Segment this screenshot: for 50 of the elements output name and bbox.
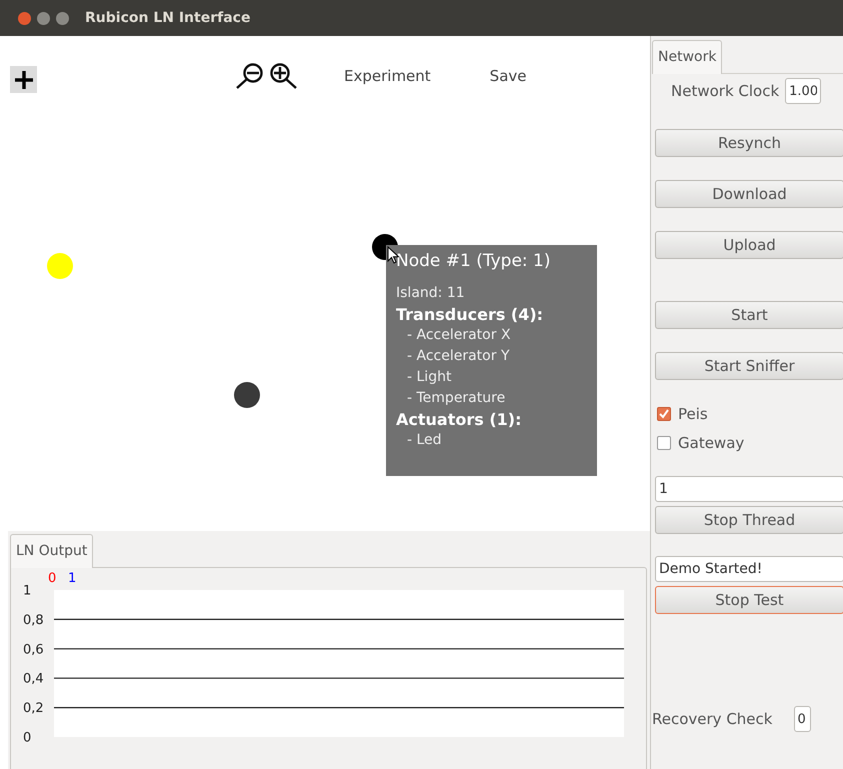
toolbar-link[interactable]: Experiment (344, 64, 431, 88)
axis-tick-label: 0 (23, 730, 32, 746)
close-button[interactable] (18, 12, 31, 24)
field-label: Network Clock (671, 80, 780, 102)
minimize-button[interactable] (37, 12, 50, 24)
tooltip-item: - Temperature (406, 388, 506, 408)
tooltip-title: Node #1 (Type: 1) (396, 250, 552, 273)
add-button[interactable] (10, 66, 37, 93)
axis-tick-label: 0,4 (23, 672, 44, 687)
tooltip-heading: Transducers (4): (396, 304, 544, 324)
legend-label: 0 (48, 571, 56, 586)
legend-label: 1 (68, 571, 76, 586)
push-button[interactable]: Download (655, 180, 843, 208)
axis-tick-label: 0,6 (23, 642, 44, 658)
text-field[interactable]: 1.00 (785, 78, 822, 104)
panel-tab[interactable]: Network (652, 40, 722, 74)
maximize-button[interactable] (56, 12, 69, 24)
push-button[interactable]: Start Sniffer (655, 352, 843, 380)
axis-tick-label: 0,2 (23, 701, 44, 716)
checkbox[interactable] (657, 436, 671, 450)
tooltip-item: - Accelerator X (406, 326, 512, 344)
text-field[interactable]: 1 (655, 476, 843, 502)
push-button[interactable]: Start (655, 301, 843, 329)
node-circle[interactable] (47, 253, 73, 279)
push-button[interactable]: Stop Thread (655, 506, 843, 534)
check-icon (659, 409, 669, 420)
tooltip-text: Island: 11 (396, 284, 466, 302)
push-button[interactable]: Resynch (655, 129, 843, 157)
zoom-out-icon[interactable] (234, 62, 264, 90)
push-button[interactable]: Stop Test (655, 586, 843, 614)
window-title: Rubicon LN Interface (85, 8, 250, 28)
checkbox[interactable] (657, 407, 671, 422)
text-field[interactable]: 0 (794, 706, 812, 732)
axis-tick-label: 0,8 (23, 612, 44, 628)
toolbar-link[interactable]: Save (490, 64, 526, 88)
text-field[interactable]: Demo Started! (655, 556, 843, 582)
plus-icon (14, 70, 34, 90)
cursor-icon (387, 246, 399, 264)
checkbox-label: Gateway (678, 432, 744, 454)
panel-tab[interactable]: LN Output (10, 534, 94, 568)
field-label: Recovery Check (652, 708, 772, 730)
tooltip-item: - Led (406, 430, 443, 450)
axis-tick-label: 1 (23, 584, 32, 598)
tooltip-item: - Accelerator Y (406, 346, 510, 366)
node-circle[interactable] (234, 382, 260, 408)
push-button[interactable]: Upload (655, 231, 843, 259)
tooltip-item: - Light (406, 368, 452, 386)
tooltip-heading: Actuators (1): (396, 408, 522, 430)
zoom-in-icon[interactable] (268, 62, 298, 90)
checkbox-label: Peis (678, 404, 708, 425)
